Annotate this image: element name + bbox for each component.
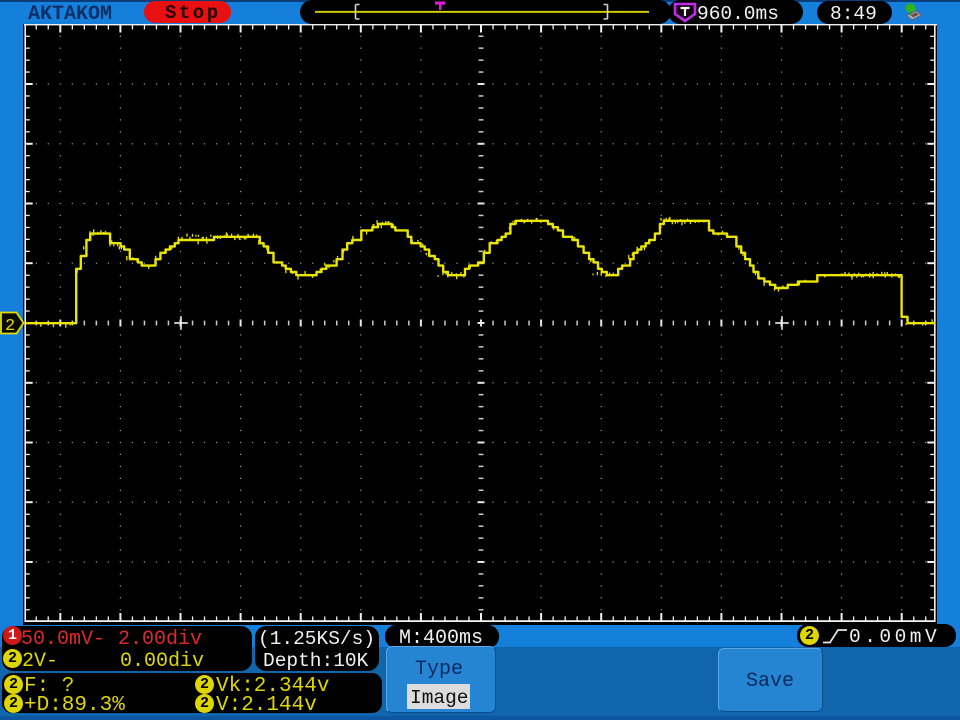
svg-text:2: 2 — [5, 317, 15, 336]
